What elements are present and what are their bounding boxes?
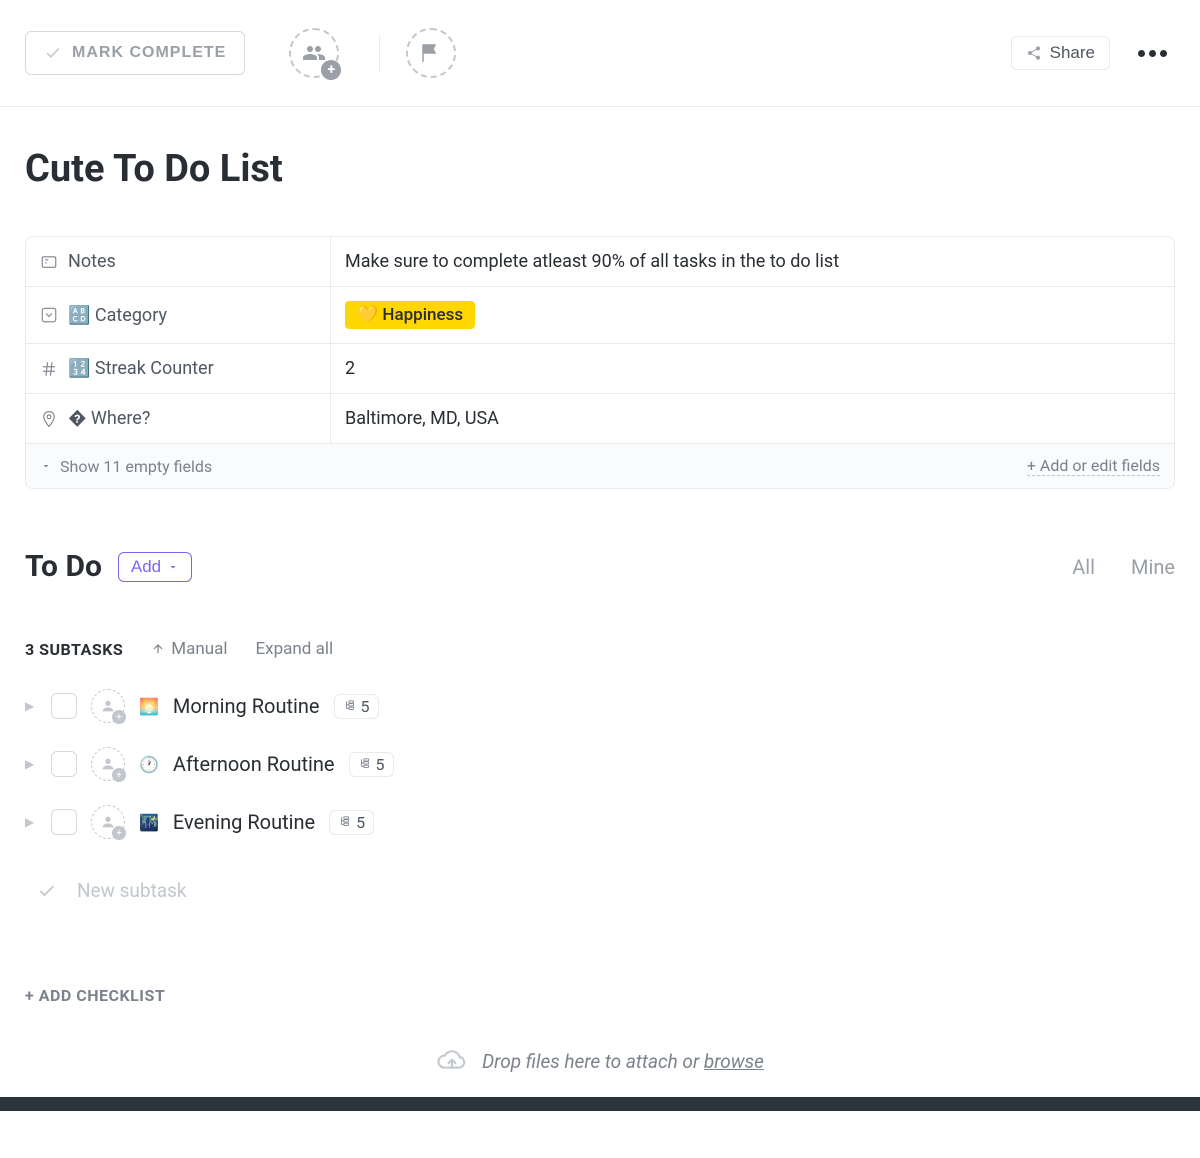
field-row-category: 🔠 Category 💛 Happiness [26,287,1174,344]
attachment-dropzone[interactable]: Drop files here to attach or browse [0,1025,1200,1097]
add-subtask-button[interactable]: Add [118,552,192,582]
custom-fields: Notes Make sure to complete atleast 90% … [25,236,1175,489]
expand-all-button[interactable]: Expand all [256,639,334,659]
assignee-add-button[interactable]: + [91,747,125,781]
assignee-add-button[interactable]: + [289,28,339,78]
show-empty-fields-button[interactable]: Show 11 empty fields [40,457,212,476]
plus-icon: + [112,768,126,782]
subtask-emoji: 🌅 [139,697,159,716]
check-icon [37,881,57,901]
add-edit-fields-button[interactable]: + Add or edit fields [1027,456,1160,476]
subtask-emoji: 🌃 [139,813,159,832]
check-icon [44,44,62,62]
fields-footer: Show 11 empty fields + Add or edit field… [26,444,1174,488]
subtask-name[interactable]: Morning Routine [173,694,320,718]
subtask-bar: 3 SUBTASKS Manual Expand all [25,584,1175,679]
add-checklist-button[interactable]: + ADD CHECKLIST [0,926,1200,1025]
field-label: � Where? [26,394,331,443]
page-title[interactable]: Cute To Do List [0,107,1200,221]
plus-badge-icon: + [321,60,341,80]
field-row-where: � Where? Baltimore, MD, USA [26,394,1174,444]
more-menu-button[interactable] [1130,50,1175,57]
toolbar: MARK COMPLETE + Share [0,0,1200,107]
plus-icon: + [112,826,126,840]
location-icon [40,410,58,428]
subtask-tree-icon [343,699,357,713]
subtask-checkbox[interactable] [51,809,77,835]
subtask-name[interactable]: Evening Routine [173,810,315,834]
text-icon [40,253,58,271]
subtask-tree-icon [338,815,352,829]
subtask-row: ▶ + 🌃 Evening Routine 5 [25,805,1175,839]
subtask-row: ▶ + 🌅 Morning Routine 5 [25,689,1175,723]
subtask-count-label: 3 SUBTASKS [25,640,123,659]
subtask-emoji: 🕐 [139,755,159,774]
share-icon [1026,45,1042,61]
todo-header: To Do Add All Mine [25,549,1175,584]
field-value-where[interactable]: Baltimore, MD, USA [331,394,1174,443]
subtask-checkbox[interactable] [51,693,77,719]
people-icon [302,41,326,65]
assignee-add-button[interactable]: + [91,689,125,723]
field-row-notes: Notes Make sure to complete atleast 90% … [26,237,1174,287]
subtask-list: ▶ + 🌅 Morning Routine 5 ▶ + 🕐 Afternoon … [25,679,1175,839]
dropdown-icon [40,306,58,324]
priority-flag-button[interactable] [406,28,456,78]
sort-manual-button[interactable]: Manual [151,639,227,659]
plus-icon: + [112,710,126,724]
hash-icon [40,360,58,378]
chevron-right-icon[interactable]: ▶ [25,699,37,713]
bottom-bar [0,1097,1200,1111]
field-label: Notes [26,237,331,286]
cloud-upload-icon [436,1045,468,1077]
filter-mine[interactable]: Mine [1131,555,1175,579]
subtask-tree-icon [358,757,372,771]
field-label: 🔠 Category [26,287,331,343]
subtask-children-count[interactable]: 5 [349,752,394,777]
browse-link[interactable]: browse [704,1050,764,1073]
mark-complete-label: MARK COMPLETE [72,44,226,62]
field-value-category[interactable]: 💛 Happiness [331,287,1174,343]
subtask-row: ▶ + 🕐 Afternoon Routine 5 [25,747,1175,781]
subtask-children-count[interactable]: 5 [334,694,379,719]
arrow-up-icon [151,642,165,656]
subtask-children-count[interactable]: 5 [329,810,374,835]
field-value-streak[interactable]: 2 [331,344,1174,393]
field-value-notes[interactable]: Make sure to complete atleast 90% of all… [331,237,1174,286]
subtask-checkbox[interactable] [51,751,77,777]
flag-icon [419,41,443,65]
todo-section: To Do Add All Mine 3 SUBTASKS Manual Exp… [0,489,1200,926]
chevron-right-icon[interactable]: ▶ [25,757,37,771]
new-subtask-placeholder: New subtask [77,879,187,902]
share-label: Share [1050,43,1095,63]
divider [379,35,380,71]
field-row-streak: 🔢 Streak Counter 2 [26,344,1174,394]
mark-complete-button[interactable]: MARK COMPLETE [25,31,245,75]
field-label: 🔢 Streak Counter [26,344,331,393]
assignee-add-button[interactable]: + [91,805,125,839]
caret-down-icon [40,460,52,472]
dropzone-text: Drop files here to attach or [482,1050,704,1073]
category-tag: 💛 Happiness [345,301,475,329]
chevron-right-icon[interactable]: ▶ [25,815,37,829]
subtask-name[interactable]: Afternoon Routine [173,752,335,776]
filter-all[interactable]: All [1072,555,1095,579]
new-subtask-input[interactable]: New subtask [25,855,1175,926]
caret-down-icon [167,561,179,573]
share-button[interactable]: Share [1011,36,1110,70]
todo-title: To Do [25,549,102,584]
